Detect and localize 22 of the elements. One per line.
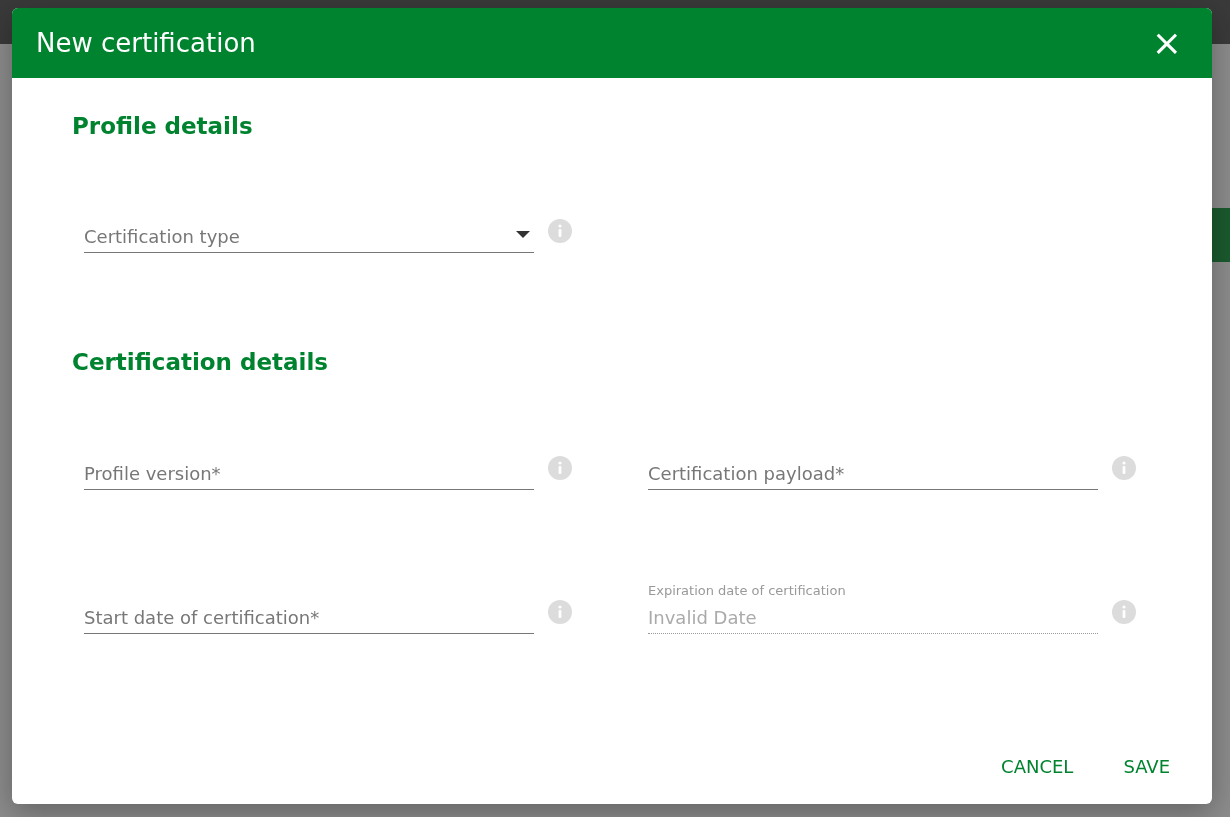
section-heading: Profile details — [72, 112, 254, 140]
info-icon[interactable] — [548, 600, 572, 624]
field-label: Certification type — [84, 225, 240, 247]
save-button[interactable]: SAVE — [1107, 748, 1186, 784]
date-field[interactable]: Start date of certification* — [84, 577, 534, 634]
field-label: Certification payload* — [648, 462, 845, 484]
info-icon[interactable] — [548, 219, 572, 243]
caret-icon[interactable] — [516, 230, 530, 238]
field-label: Profile version* — [84, 462, 221, 484]
cancel-button[interactable]: CANCEL — [985, 748, 1090, 784]
field-label: Start date of certification* — [84, 606, 320, 628]
input-field[interactable]: Profile version* — [84, 433, 534, 490]
field-label: Expiration date of certification — [648, 583, 847, 600]
info-icon[interactable] — [548, 456, 572, 480]
section-heading: Certification details — [72, 348, 329, 376]
info-icon[interactable] — [1112, 456, 1136, 480]
info-icon[interactable] — [1112, 600, 1136, 624]
input-field[interactable]: Certification payload* — [648, 433, 1098, 490]
dropdown-field[interactable]: Certification type — [84, 196, 534, 253]
dialog-title: New certification — [36, 28, 256, 58]
field-value: Invalid Date — [648, 606, 757, 628]
close-button[interactable]: × — [1145, 25, 1188, 61]
